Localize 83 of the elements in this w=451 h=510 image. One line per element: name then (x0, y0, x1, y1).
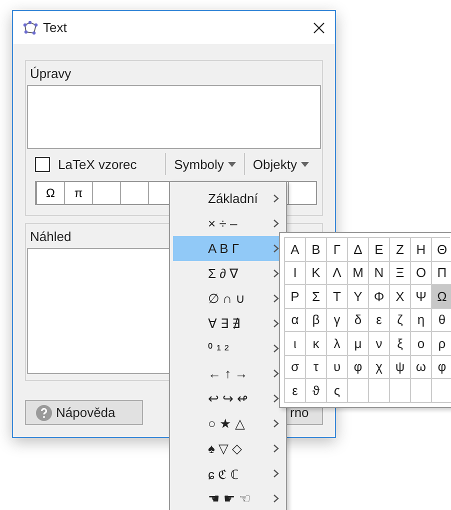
chevron-right-icon (273, 469, 279, 478)
chevron-right-icon (273, 319, 279, 328)
symbol-key[interactable]: ξ (390, 332, 411, 356)
chevron-right-icon (273, 269, 279, 278)
symbol-key[interactable]: Τ (327, 285, 348, 308)
symbol-key[interactable]: Ω (432, 285, 451, 308)
menu-item[interactable]: Základní (173, 186, 283, 211)
symbol-key[interactable]: ψ (390, 356, 411, 379)
symbol-key[interactable]: Κ (306, 262, 327, 285)
symbol-key[interactable]: Ζ (390, 238, 411, 262)
caret-icon (228, 162, 236, 166)
polygon-icon (22, 20, 38, 34)
chevron-right-icon (273, 294, 279, 303)
menu-item[interactable]: ⁰ ¹ ² (173, 336, 283, 361)
symbol-key[interactable]: Δ (348, 238, 369, 262)
latex-checkbox[interactable] (35, 156, 50, 172)
symbol-key[interactable]: Ν (369, 262, 390, 285)
symbol-key[interactable]: ζ (390, 308, 411, 332)
chevron-right-icon (273, 369, 279, 378)
chevron-right-icon (273, 444, 279, 453)
symbol-key[interactable]: η (411, 308, 432, 332)
chevron-right-icon (273, 219, 279, 228)
menu-item[interactable]: ← ↑ → (173, 361, 283, 386)
menu-item[interactable]: ♠ ▽ ◇ (173, 436, 283, 461)
symbol-key[interactable]: μ (348, 332, 369, 356)
symbol-key[interactable]: Ι (285, 262, 306, 285)
symbol-key[interactable]: ε (285, 379, 306, 402)
symbol-key[interactable]: α (285, 308, 306, 332)
symbol-key[interactable]: ς (327, 379, 348, 402)
symbol-key[interactable]: σ (285, 356, 306, 379)
chevron-right-icon (273, 419, 279, 428)
chevron-right-icon (273, 244, 279, 253)
symbol-key[interactable]: Υ (348, 285, 369, 308)
symbol-key[interactable]: Ψ (411, 285, 432, 308)
dropdown-button[interactable]: Objekty (244, 152, 317, 176)
symbol-key[interactable]: φ (348, 356, 369, 379)
dropdown-button[interactable]: Symboly (166, 152, 244, 176)
menu-item[interactable]: ☚ ☛ ☜ (173, 486, 283, 510)
symbol-key[interactable]: ω (411, 356, 432, 379)
symbol-key[interactable]: Γ (327, 238, 348, 262)
symbol-key[interactable]: ι (285, 332, 306, 356)
chevron-right-icon (273, 194, 279, 203)
symbol-key[interactable]: ε (369, 308, 390, 332)
symbol-key[interactable]: τ (306, 356, 327, 379)
symbol-key[interactable]: γ (327, 308, 348, 332)
symbol-key[interactable]: δ (348, 308, 369, 332)
symbol-key[interactable]: υ (327, 356, 348, 379)
text-input-area[interactable] (27, 85, 321, 149)
menu-item[interactable]: ɕ ℭ ℂ (173, 461, 283, 486)
symbol-key[interactable]: Χ (390, 285, 411, 308)
symbol-key[interactable]: χ (369, 356, 390, 379)
symbol-key[interactable]: Ρ (285, 285, 306, 308)
symbol-key[interactable]: ϑ (306, 379, 327, 402)
symbol-key[interactable]: Φ (369, 285, 390, 308)
symbol-key[interactable]: Η (411, 238, 432, 262)
close-icon[interactable] (313, 22, 325, 34)
chevron-right-icon (273, 394, 279, 403)
symbol-key[interactable]: λ (327, 332, 348, 356)
caret-icon (301, 162, 309, 166)
window-title: Text (43, 20, 68, 35)
symbol-key[interactable]: Ξ (390, 262, 411, 285)
panel-label: Náhled (29, 228, 72, 246)
menu-item[interactable]: ∅ ∩ ∪ (173, 286, 283, 311)
menu-item[interactable]: × ÷ – (173, 211, 283, 236)
question-icon (36, 404, 52, 420)
chevron-right-icon (273, 344, 279, 353)
menu-item[interactable]: Σ ∂ ∇ (173, 261, 283, 286)
symbol-key[interactable]: ο (411, 332, 432, 356)
symbol-key[interactable]: β (306, 308, 327, 332)
symbol-key[interactable]: κ (306, 332, 327, 356)
panel-label: Úpravy (29, 65, 72, 83)
symbol-key[interactable]: Λ (327, 262, 348, 285)
symbol-key[interactable]: Β (306, 238, 327, 262)
chevron-right-icon (273, 494, 279, 503)
symbol-key[interactable]: Σ (306, 285, 327, 308)
symbol-key[interactable]: Μ (348, 262, 369, 285)
symbol-key[interactable]: Α (285, 238, 306, 262)
symbol-key[interactable]: Ε (369, 238, 390, 262)
symbol-key[interactable]: ν (369, 332, 390, 356)
menu-item[interactable]: ∀ ∃ ∄ (173, 311, 283, 336)
help-button[interactable]: Nápověda (25, 400, 143, 425)
checkbox-label: LaTeX vzorec (58, 156, 138, 172)
symbol-key[interactable]: Ο (411, 262, 432, 285)
